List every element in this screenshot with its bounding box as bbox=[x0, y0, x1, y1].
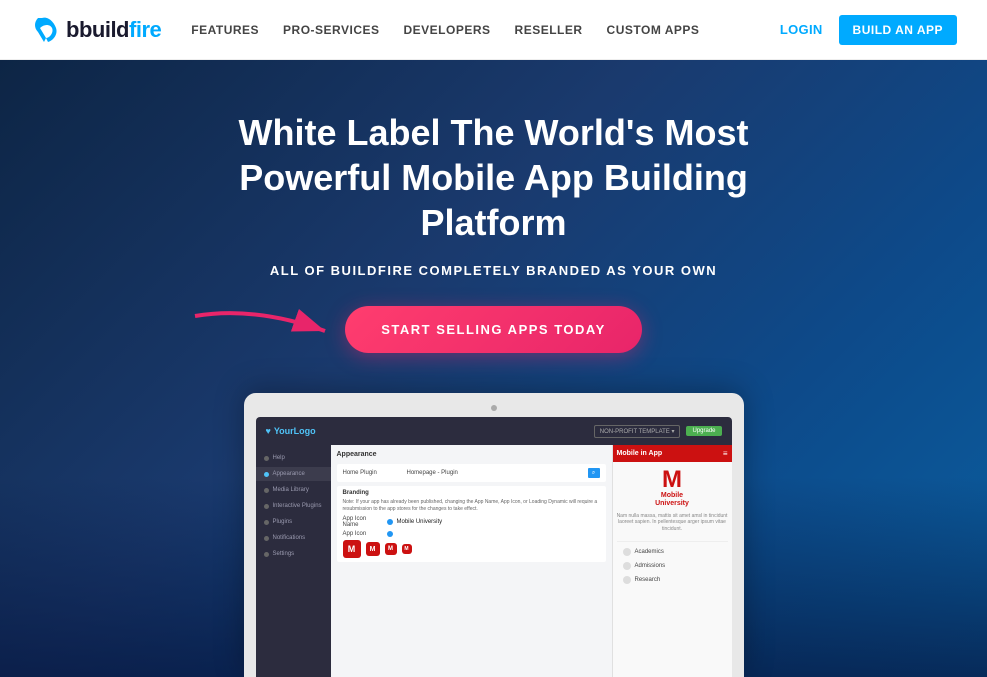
branding-section: Branding Note: If your app has already b… bbox=[337, 486, 606, 562]
nav-links: FEATURES PRO-SERVICES DEVELOPERS RESELLE… bbox=[191, 23, 780, 37]
sidebar-item-notifications[interactable]: Notifications bbox=[256, 531, 331, 545]
template-badge[interactable]: NON-PROFIT TEMPLATE ▾ bbox=[594, 425, 681, 438]
preview-label: Mobile in App bbox=[617, 450, 663, 457]
preview-university-name: MobileUniversity bbox=[655, 492, 689, 509]
search-icon: ⌕ bbox=[592, 470, 595, 477]
build-app-button[interactable]: BUILD AN APP bbox=[839, 15, 957, 45]
app-main-content: Appearance Home Plugin Homepage - Plugin… bbox=[331, 445, 612, 677]
appearance-icon bbox=[264, 472, 269, 477]
help-icon bbox=[264, 456, 269, 461]
interactive-icon bbox=[264, 504, 269, 509]
preview-menu-research[interactable]: Research bbox=[617, 573, 728, 587]
heart-icon: ♥ bbox=[266, 426, 271, 436]
media-icon bbox=[264, 488, 269, 493]
sidebar-label-media: Media Library bbox=[273, 487, 309, 493]
preview-description: Nam nulla massa, mattis sit amet amsl in… bbox=[617, 513, 728, 533]
nav-actions: LOGIN BUILD AN APP bbox=[780, 15, 957, 45]
icon-preview-row: M M M M bbox=[343, 540, 600, 558]
sidebar-label-settings: Settings bbox=[273, 551, 295, 557]
sidebar-item-media[interactable]: Media Library bbox=[256, 483, 331, 497]
sidebar-item-settings[interactable]: Settings bbox=[256, 547, 331, 561]
app-logo: ♥ YourLogo bbox=[266, 426, 316, 436]
appearance-section-title: Appearance bbox=[337, 451, 606, 458]
icon-preview-2: M bbox=[366, 542, 380, 556]
app-sidebar: Help Appearance Media Library Inter bbox=[256, 445, 331, 677]
sidebar-item-interactive[interactable]: Interactive Plugins bbox=[256, 499, 331, 513]
academics-label: Academics bbox=[635, 549, 664, 555]
login-button[interactable]: LOGIN bbox=[780, 22, 823, 37]
preview-menu-academics[interactable]: Academics bbox=[617, 545, 728, 559]
sidebar-label-appearance: Appearance bbox=[273, 471, 305, 477]
sidebar-item-appearance[interactable]: Appearance bbox=[256, 467, 331, 481]
app-header-right: NON-PROFIT TEMPLATE ▾ Upgrade bbox=[594, 425, 722, 438]
app-logo-text: YourLogo bbox=[274, 426, 316, 436]
hero-subtitle: ALL OF BUILDFIRE COMPLETELY BRANDED AS Y… bbox=[270, 263, 717, 278]
app-name-label: App Icon Name bbox=[343, 516, 383, 528]
home-plugin-search-button[interactable]: ⌕ bbox=[588, 468, 600, 478]
home-plugin-row[interactable]: Home Plugin Homepage - Plugin ⌕ bbox=[337, 464, 606, 482]
preview-divider bbox=[617, 541, 728, 542]
app-icon-field[interactable]: App Icon bbox=[343, 531, 600, 537]
sidebar-label-help: Help bbox=[273, 455, 285, 461]
preview-body: M MobileUniversity Nam nulla massa, matt… bbox=[613, 462, 732, 677]
laptop-frame: ♥ YourLogo NON-PROFIT TEMPLATE ▾ Upgrade… bbox=[244, 393, 744, 677]
home-plugin-label: Home Plugin bbox=[343, 470, 403, 476]
hero-section: White Label The World's Most Powerful Mo… bbox=[0, 60, 987, 677]
preview-logo-letter: M bbox=[662, 468, 682, 492]
sidebar-item-help[interactable]: Help bbox=[256, 451, 331, 465]
branding-title: Branding bbox=[343, 490, 600, 496]
branding-warning: Note: If your app has already been publi… bbox=[343, 499, 600, 512]
app-body: Help Appearance Media Library Inter bbox=[256, 445, 732, 677]
upgrade-button[interactable]: Upgrade bbox=[686, 426, 721, 436]
info-icon bbox=[387, 519, 393, 525]
preview-menu-admissions[interactable]: Admissions bbox=[617, 559, 728, 573]
nav-developers[interactable]: DEVELOPERS bbox=[404, 23, 491, 37]
sidebar-label-plugins: Plugins bbox=[273, 519, 293, 525]
app-name-field[interactable]: App Icon Name Mobile University bbox=[343, 516, 600, 528]
home-plugin-value: Homepage - Plugin bbox=[407, 470, 584, 476]
laptop-camera bbox=[491, 405, 497, 411]
app-name-input[interactable]: Mobile University bbox=[397, 519, 443, 525]
logo[interactable]: bbuildfire bbox=[30, 14, 161, 46]
app-preview-panel: Mobile in App ≡ M MobileUniversity Nam n… bbox=[612, 445, 732, 677]
nav-features[interactable]: FEATURES bbox=[191, 23, 259, 37]
navbar: bbuildfire FEATURES PRO-SERVICES DEVELOP… bbox=[0, 0, 987, 60]
nav-custom-apps[interactable]: CUSTOM APPS bbox=[607, 23, 700, 37]
notifications-icon bbox=[264, 536, 269, 541]
icon-preview-3: M bbox=[385, 543, 397, 555]
sidebar-label-notifications: Notifications bbox=[273, 535, 306, 541]
research-icon bbox=[623, 576, 631, 584]
cta-wrapper: START SELLING APPS TODAY bbox=[345, 306, 642, 353]
admissions-label: Admissions bbox=[635, 563, 666, 569]
admissions-icon bbox=[623, 562, 631, 570]
logo-build: build bbox=[79, 17, 129, 42]
academics-icon bbox=[623, 548, 631, 556]
plugins-icon bbox=[264, 520, 269, 525]
logo-fire: fire bbox=[129, 17, 161, 42]
logo-icon bbox=[30, 14, 62, 46]
preview-header: Mobile in App ≡ bbox=[613, 445, 732, 462]
app-icon-label: App Icon bbox=[343, 531, 383, 537]
settings-icon bbox=[264, 552, 269, 557]
hero-title: White Label The World's Most Powerful Mo… bbox=[214, 110, 774, 245]
laptop-camera-bar bbox=[256, 405, 732, 411]
nav-pro-services[interactable]: PRO-SERVICES bbox=[283, 23, 379, 37]
nav-reseller[interactable]: RESELLER bbox=[515, 23, 583, 37]
sidebar-label-interactive: Interactive Plugins bbox=[273, 503, 322, 509]
icon-preview-1: M bbox=[343, 540, 361, 558]
research-label: Research bbox=[635, 577, 661, 583]
arrow-icon bbox=[175, 296, 355, 366]
laptop-screen: ♥ YourLogo NON-PROFIT TEMPLATE ▾ Upgrade… bbox=[256, 417, 732, 677]
cta-button[interactable]: START SELLING APPS TODAY bbox=[345, 306, 642, 353]
info-icon-2 bbox=[387, 531, 393, 537]
preview-menu-icon: ≡ bbox=[723, 449, 728, 458]
sidebar-item-plugins[interactable]: Plugins bbox=[256, 515, 331, 529]
icon-preview-4: M bbox=[402, 544, 412, 554]
app-header: ♥ YourLogo NON-PROFIT TEMPLATE ▾ Upgrade bbox=[256, 417, 732, 445]
laptop-mockup: ♥ YourLogo NON-PROFIT TEMPLATE ▾ Upgrade… bbox=[0, 393, 987, 677]
logo-b: b bbox=[66, 17, 79, 42]
